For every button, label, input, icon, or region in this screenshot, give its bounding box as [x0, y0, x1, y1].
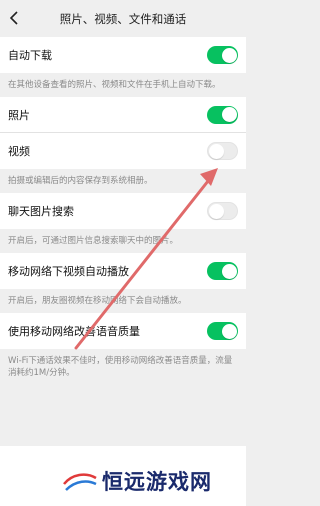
setting-note: 在其他设备查看的照片、视频和文件在手机上自动下载。 — [0, 73, 246, 97]
setting-label: 聊天图片搜索 — [8, 205, 74, 218]
setting-label: 移动网络下视频自动播放 — [8, 265, 129, 278]
setting-label: 使用移动网络改善语音质量 — [8, 325, 140, 338]
setting-note: 开启后，可通过图片信息搜索聊天中的图片。 — [0, 229, 246, 253]
setting-note: 开启后，朋友圈视频在移动网络下会自动播放。 — [0, 289, 246, 313]
video-toggle[interactable] — [207, 142, 238, 160]
toggle-knob — [221, 47, 237, 63]
setting-note: 拍摄或编辑后的内容保存到系统相册。 — [0, 169, 246, 193]
watermark-logo-icon — [63, 473, 97, 491]
back-chevron-icon[interactable] — [6, 9, 22, 27]
setting-label: 自动下载 — [8, 49, 52, 62]
settings-screen: 照片、视频、文件和通话 自动下载 在其他设备查看的照片、视频和文件在手机上自动下… — [0, 0, 246, 506]
setting-auto-download[interactable]: 自动下载 — [0, 37, 246, 73]
setting-mobile-video-autoplay[interactable]: 移动网络下视频自动播放 — [0, 253, 246, 289]
nav-bar: 照片、视频、文件和通话 — [0, 0, 246, 37]
toggle-knob — [221, 107, 237, 122]
toggle-knob — [209, 203, 224, 219]
toggle-knob — [209, 143, 224, 159]
photo-toggle[interactable] — [207, 105, 238, 124]
setting-mobile-voice-quality[interactable]: 使用移动网络改善语音质量 — [0, 313, 246, 349]
mobile-video-autoplay-toggle[interactable] — [207, 262, 238, 280]
setting-label: 照片 — [8, 108, 30, 122]
toggle-knob — [221, 323, 237, 339]
setting-video[interactable]: 视频 — [0, 133, 246, 169]
setting-note: Wi-Fi下通话效果不佳时，使用移动网络改善语音质量，流量消耗约1M/分钟。 — [0, 349, 246, 385]
setting-chat-image-search[interactable]: 聊天图片搜索 — [0, 193, 246, 229]
setting-photo[interactable]: 照片 — [0, 97, 246, 133]
auto-download-toggle[interactable] — [207, 46, 238, 64]
setting-label: 视频 — [8, 145, 30, 158]
chat-image-search-toggle[interactable] — [207, 202, 238, 220]
watermark-text: 恒远游戏网 — [102, 469, 212, 494]
page-title: 照片、视频、文件和通话 — [59, 11, 187, 26]
mobile-voice-quality-toggle[interactable] — [207, 322, 238, 340]
toggle-knob — [221, 263, 237, 279]
